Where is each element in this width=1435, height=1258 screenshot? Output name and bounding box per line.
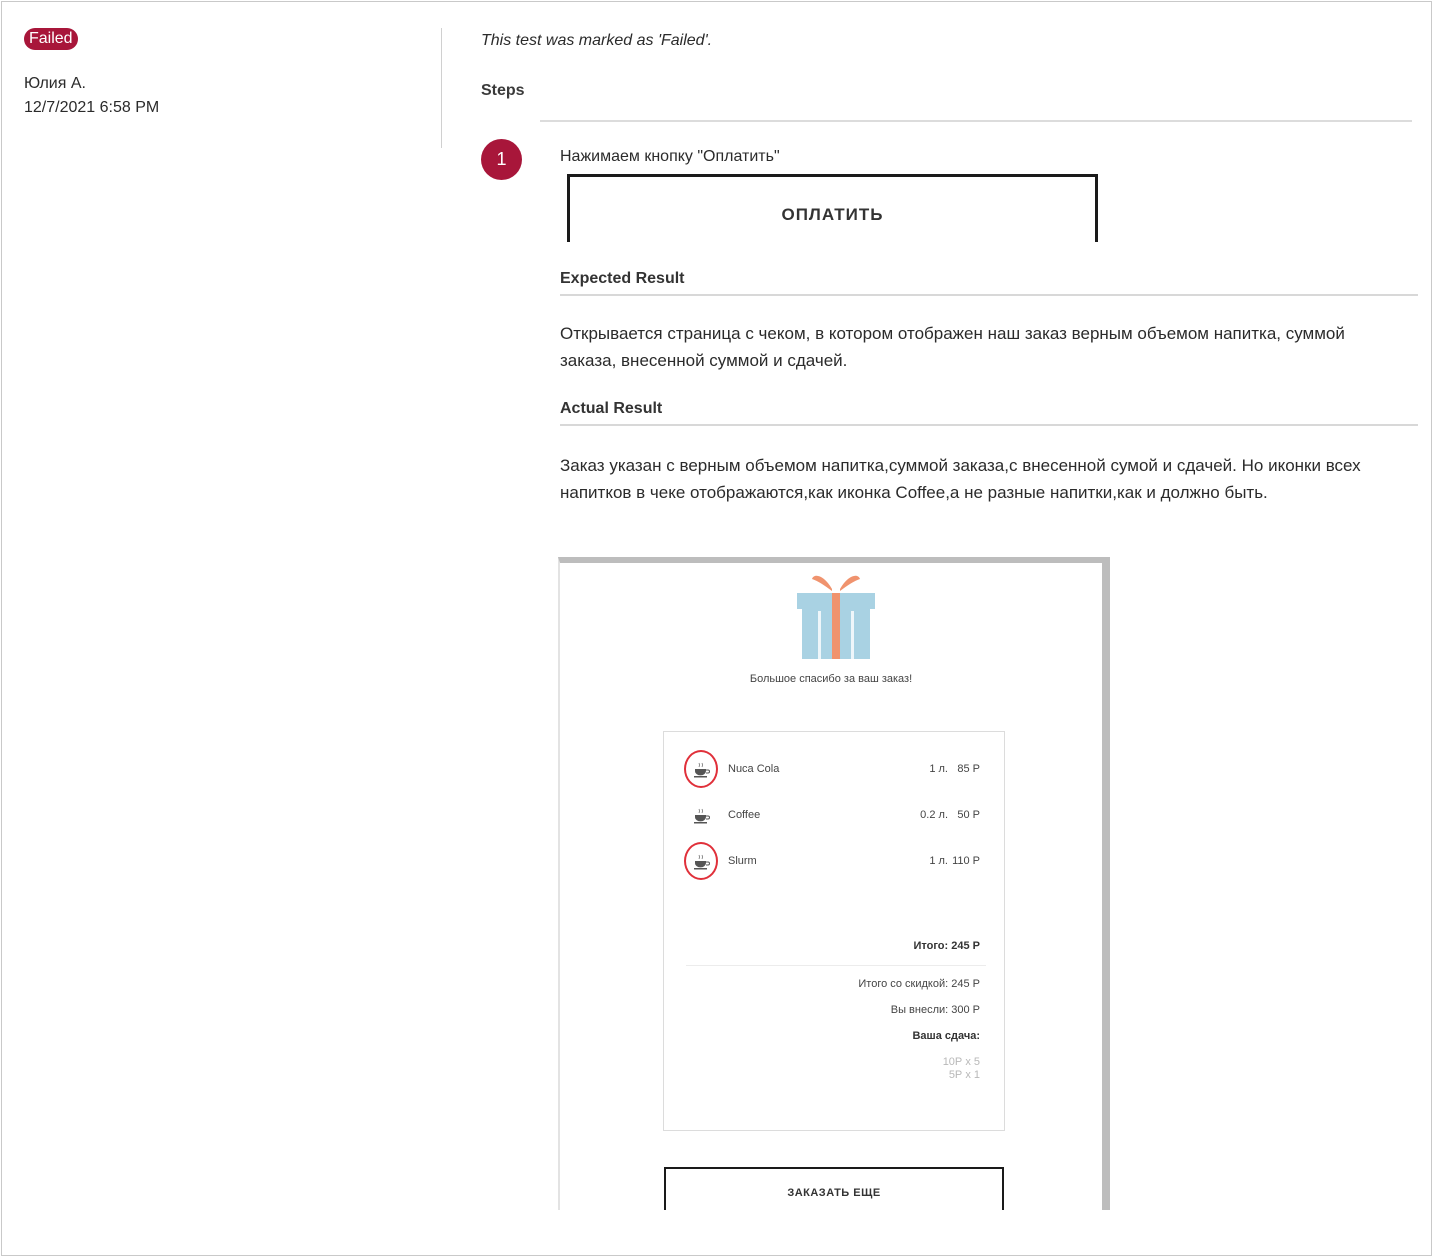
- item-volume: 0.2 л.: [920, 809, 948, 821]
- expected-result-text: Открывается страница с чеком, в котором …: [560, 324, 1345, 370]
- item-volume: 1 л.: [929, 763, 948, 775]
- status-note: This test was marked as 'Failed'.: [481, 32, 713, 49]
- item-price: 85 Р: [957, 763, 980, 775]
- steps-divider: [540, 120, 1412, 122]
- receipt-item: Nuca Cola 1 л. 85 Р: [664, 750, 1004, 788]
- result-author: Юлия А. 12/7/2021 6:58 PM: [24, 72, 159, 120]
- receipt-paid: Вы внесли: 300 Р: [890, 1004, 980, 1016]
- receipt-change-line: 10Р x 5: [942, 1056, 980, 1068]
- pay-button-label: ОПЛАТИТЬ: [781, 205, 884, 224]
- step-screenshot-pay-button: ОПЛАТИТЬ: [567, 174, 1098, 242]
- receipt-item: Slurm 1 л. 110 Р: [664, 842, 1004, 880]
- actual-result-divider: [560, 424, 1418, 426]
- column-divider: [441, 28, 442, 148]
- steps-heading: Steps: [481, 82, 525, 99]
- item-name: Coffee: [728, 809, 761, 821]
- expected-result-divider: [560, 294, 1418, 296]
- item-name: Nuca Cola: [728, 763, 780, 775]
- receipt-change-title: Ваша сдача:: [912, 1030, 980, 1042]
- author-name: Юлия А.: [24, 75, 86, 92]
- receipt-item: Coffee 0.2 л. 50 Р: [664, 804, 1004, 828]
- receipt-discount-total: Итого со скидкой: 245 Р: [858, 978, 980, 990]
- step-action-text: Нажимаем кнопку "Оплатить": [560, 148, 780, 165]
- status-badge: Failed: [24, 28, 78, 50]
- coffee-cup-icon: [694, 808, 710, 824]
- actual-result-title: Actual Result: [560, 400, 663, 417]
- receipt-total: Итого: 245 Р: [913, 940, 981, 952]
- receipt-change-line: 5Р x 1: [948, 1069, 980, 1081]
- item-price: 50 Р: [957, 809, 980, 821]
- receipt-divider: [686, 965, 986, 966]
- item-volume: 1 л.: [929, 855, 948, 867]
- expected-result-title: Expected Result: [560, 270, 685, 287]
- order-more-label: ЗАКАЗАТЬ ЕЩЕ: [787, 1187, 881, 1199]
- order-more-button: ЗАКАЗАТЬ ЕЩЕ: [664, 1167, 1004, 1210]
- step-number: 1: [481, 139, 522, 180]
- result-meta: Failed Юлия А. 12/7/2021 6:58 PM: [24, 28, 159, 120]
- result-timestamp: 12/7/2021 6:58 PM: [24, 99, 160, 116]
- item-price: 110 Р: [952, 855, 980, 867]
- actual-result-text: Заказ указан с верным объемом напитка,су…: [560, 456, 1361, 502]
- coffee-cup-icon: [694, 762, 710, 778]
- receipt-thanks-text: Большое спасибо за ваш заказ!: [749, 673, 913, 685]
- item-name: Slurm: [728, 855, 757, 867]
- coffee-cup-icon: [694, 854, 710, 870]
- gift-box-icon: [797, 575, 875, 659]
- receipt-card: Nuca Cola 1 л. 85 Р Coffee 0.2 л. 50 Р S…: [663, 731, 1005, 1131]
- receipt-screenshot: Большое спасибо за ваш заказ! Nuca Cola …: [558, 557, 1110, 1210]
